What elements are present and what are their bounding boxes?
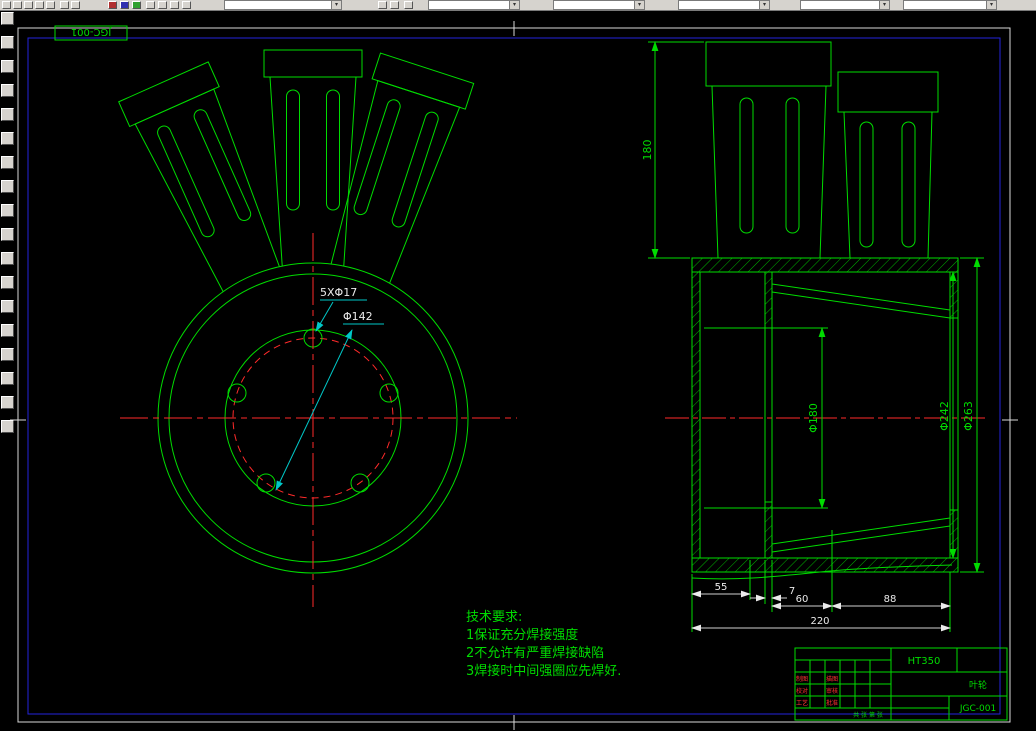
tool-icon[interactable] bbox=[1, 348, 14, 361]
toolbar-icon[interactable] bbox=[390, 1, 399, 9]
dropdown-arrow-icon[interactable]: ▾ bbox=[986, 1, 996, 9]
dim-inner-diameter-text[interactable]: Φ242 bbox=[938, 401, 951, 431]
dim-220-text[interactable]: 220 bbox=[810, 616, 829, 627]
toolbar-icon[interactable] bbox=[146, 1, 155, 9]
notes-line[interactable]: 1保证充分焊接强度 bbox=[466, 627, 578, 643]
title-block[interactable]: HT350 叶轮 JGC-001 制图 描图 校对 审核 工艺 批准 共 张 第… bbox=[794, 647, 1008, 721]
print-icon[interactable] bbox=[35, 1, 44, 9]
tool-icon[interactable] bbox=[1, 324, 14, 337]
titleblock-label: 审核 bbox=[826, 687, 838, 695]
titleblock-label: 工艺 bbox=[796, 699, 808, 707]
dim-60-text[interactable]: 60 bbox=[796, 594, 809, 605]
tool-icon[interactable] bbox=[1, 156, 14, 169]
side-view[interactable]: 180 Φ180 Φ242 Φ263 55 7 60 88 220 bbox=[641, 41, 988, 632]
dim-7-text[interactable]: 7 bbox=[789, 586, 795, 597]
drawing-number-text: JGC-001 bbox=[959, 704, 996, 714]
tool-icon[interactable] bbox=[1, 180, 14, 193]
toolbar-icon[interactable] bbox=[158, 1, 167, 9]
toolbar-icon[interactable] bbox=[404, 1, 413, 9]
titleblock-footer: 共 张 第 张 bbox=[853, 711, 883, 719]
tool-icon[interactable] bbox=[1, 228, 14, 241]
plotstyle-combo[interactable]: ▾ bbox=[800, 0, 890, 10]
notes-line[interactable]: 3焊接时中间强圈应先焊好. bbox=[466, 663, 621, 679]
titleblock-label: 描图 bbox=[826, 675, 838, 683]
tool-icon[interactable] bbox=[1, 396, 14, 409]
tool-icon[interactable] bbox=[1, 36, 14, 49]
toolbar-icon[interactable] bbox=[60, 1, 69, 9]
side-blade-rear[interactable] bbox=[837, 71, 939, 259]
titleblock-label: 校对 bbox=[796, 687, 808, 695]
toolbar-icon[interactable] bbox=[378, 1, 387, 9]
color-combo[interactable]: ▾ bbox=[428, 0, 520, 10]
new-file-icon[interactable] bbox=[2, 1, 11, 9]
notes-line[interactable]: 2不允许有严重焊接缺陷 bbox=[466, 645, 604, 661]
tool-icon[interactable] bbox=[1, 372, 14, 385]
save-icon[interactable] bbox=[24, 1, 33, 9]
open-file-icon[interactable] bbox=[13, 1, 22, 9]
notes-title[interactable]: 技术要求: bbox=[466, 610, 522, 625]
dim-55-text[interactable]: 55 bbox=[715, 582, 728, 593]
dim-bolt-circle-text[interactable]: Φ142 bbox=[343, 310, 373, 323]
lineweight-combo[interactable]: ▾ bbox=[678, 0, 770, 10]
tool-icon[interactable] bbox=[1, 420, 14, 433]
front-view[interactable]: 5XΦ17 Φ142 bbox=[118, 49, 517, 607]
sheet-number-text: JGC-001 bbox=[71, 26, 112, 37]
titleblock-label: 批准 bbox=[826, 699, 838, 707]
dim-blade-height-text[interactable]: 180 bbox=[641, 140, 654, 161]
dim-holes-text[interactable]: 5XΦ17 bbox=[320, 286, 357, 299]
tool-icon[interactable] bbox=[1, 60, 14, 73]
top-toolbar: ▾ ▾ ▾ ▾ ▾ ▾ bbox=[0, 0, 1036, 11]
dropdown-arrow-icon[interactable]: ▾ bbox=[634, 1, 644, 9]
tool-icon[interactable] bbox=[1, 108, 14, 121]
dropdown-arrow-icon[interactable]: ▾ bbox=[879, 1, 889, 9]
toolbar-icon[interactable] bbox=[182, 1, 191, 9]
dim-outer-diameter-text[interactable]: Φ263 bbox=[962, 401, 975, 431]
side-blade-front[interactable] bbox=[705, 41, 832, 259]
toolbar-icon[interactable] bbox=[170, 1, 179, 9]
layer-combo[interactable]: ▾ bbox=[224, 0, 342, 10]
material-text: HT350 bbox=[908, 656, 941, 667]
tool-icon[interactable] bbox=[1, 84, 14, 97]
dim-88-text[interactable]: 88 bbox=[884, 594, 897, 605]
technical-notes[interactable]: 技术要求: 1保证充分焊接强度 2不允许有严重焊接缺陷 3焊接时中间强圈应先焊好… bbox=[466, 610, 621, 679]
tool-icon[interactable] bbox=[1, 300, 14, 313]
toolbar-icon[interactable] bbox=[71, 1, 80, 9]
tool-icon[interactable] bbox=[1, 204, 14, 217]
tool-icon[interactable] bbox=[1, 132, 14, 145]
tool-icon[interactable] bbox=[1, 276, 14, 289]
color-red-icon[interactable] bbox=[108, 1, 117, 9]
cad-application-window: { "toolbar": { "dropdown_arrow": "▾" }, … bbox=[0, 0, 1036, 731]
dropdown-arrow-icon[interactable]: ▾ bbox=[759, 1, 769, 9]
part-name-text: 叶轮 bbox=[969, 679, 987, 691]
color-blue-icon[interactable] bbox=[120, 1, 129, 9]
preview-icon[interactable] bbox=[46, 1, 55, 9]
toolbar-combo[interactable]: ▾ bbox=[903, 0, 997, 10]
tool-icon[interactable] bbox=[1, 12, 14, 25]
tool-icon[interactable] bbox=[1, 252, 14, 265]
color-green-icon[interactable] bbox=[132, 1, 141, 9]
dropdown-arrow-icon[interactable]: ▾ bbox=[509, 1, 519, 9]
drawing-canvas[interactable]: JGC-001 5XΦ17 Φ142 180 Φ180 Φ242 Φ263 55… bbox=[0, 0, 1036, 731]
titleblock-label: 制图 bbox=[796, 675, 808, 683]
dim-bore-text[interactable]: Φ180 bbox=[807, 403, 820, 433]
linetype-combo[interactable]: ▾ bbox=[553, 0, 645, 10]
dropdown-arrow-icon[interactable]: ▾ bbox=[331, 1, 341, 9]
